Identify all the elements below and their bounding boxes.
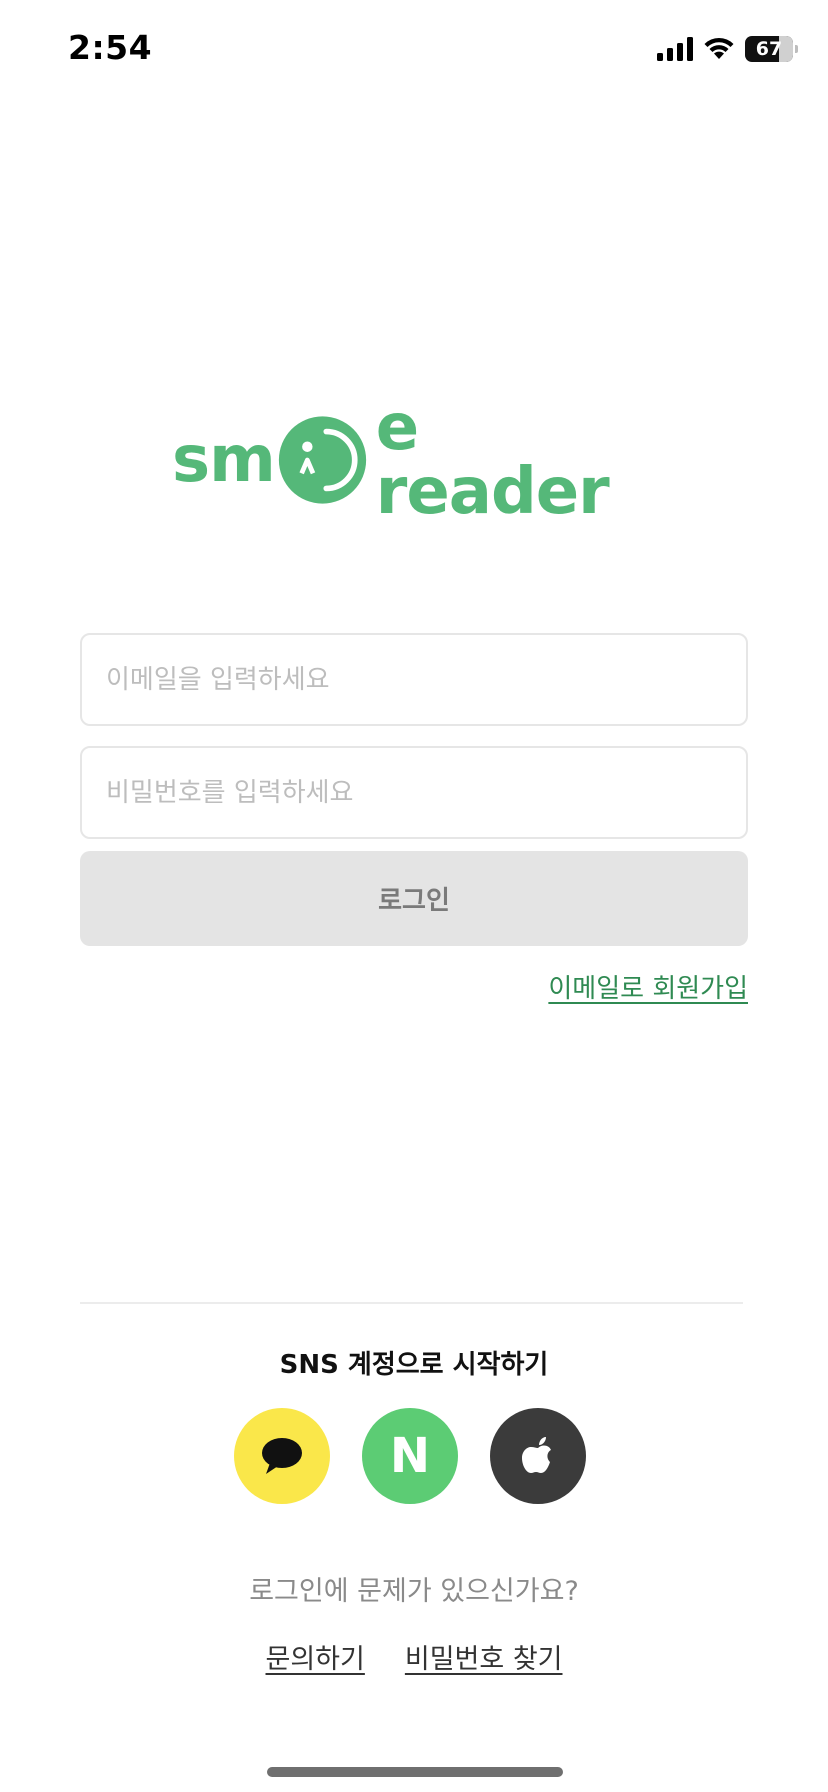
cellular-signal-icon <box>657 37 693 61</box>
password-input[interactable] <box>82 777 746 808</box>
app-logo: sm e reader <box>172 396 657 524</box>
home-indicator[interactable] <box>267 1767 563 1777</box>
email-signup-link[interactable]: 이메일로 회원가입 <box>548 968 748 1005</box>
logo-text-left: sm <box>172 423 276 497</box>
password-field[interactable] <box>80 746 748 839</box>
email-field[interactable] <box>80 633 748 726</box>
sns-title: SNS 계정으로 시작하기 <box>279 1350 549 1380</box>
battery-level: 67 <box>755 38 783 60</box>
status-bar: 2:54 67 <box>0 0 828 100</box>
status-time: 2:54 <box>68 28 153 67</box>
help-links: 문의하기 비밀번호 찾기 <box>0 1637 828 1676</box>
logo-text-right: e reader <box>375 391 610 529</box>
battery-icon: 67 <box>745 36 798 62</box>
login-help-question: 로그인에 문제가 있으신가요? <box>249 1576 579 1607</box>
sns-login-buttons: N <box>234 1408 586 1504</box>
email-input[interactable] <box>82 664 746 695</box>
naver-login-button[interactable]: N <box>362 1408 458 1504</box>
smile-logo-icon <box>278 416 366 504</box>
wifi-icon <box>704 37 734 59</box>
naver-icon: N <box>389 1428 431 1484</box>
divider <box>80 1302 743 1304</box>
apple-login-button[interactable] <box>490 1408 586 1504</box>
kakao-login-button[interactable] <box>234 1408 330 1504</box>
status-icons: 67 <box>657 34 798 64</box>
contact-link[interactable]: 문의하기 <box>266 1637 365 1676</box>
find-password-link[interactable]: 비밀번호 찾기 <box>405 1637 563 1676</box>
kakao-chat-icon <box>262 1438 302 1474</box>
login-button[interactable]: 로그인 <box>80 851 748 946</box>
apple-icon <box>522 1437 551 1473</box>
